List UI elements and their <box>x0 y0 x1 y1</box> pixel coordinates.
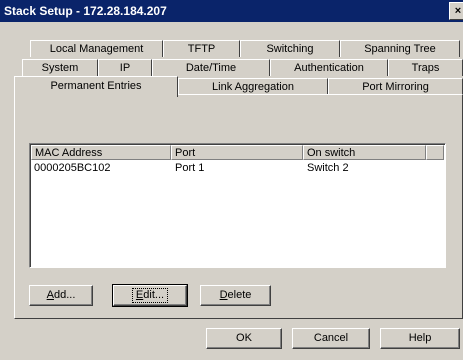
tab-switching[interactable]: Switching <box>240 40 340 57</box>
delete-button[interactable]: Delete <box>200 285 271 306</box>
tab-port-mirroring[interactable]: Port Mirroring <box>328 78 463 95</box>
tab-authentication[interactable]: Authentication <box>270 59 388 76</box>
close-button[interactable]: × <box>449 2 463 20</box>
close-icon: × <box>454 5 462 17</box>
tab-spanning-tree[interactable]: Spanning Tree <box>340 40 460 57</box>
tab-tftp[interactable]: TFTP <box>163 40 240 57</box>
column-header-switch[interactable]: On switch <box>303 145 426 160</box>
add-button[interactable]: Add... <box>29 285 93 306</box>
title-bar: Stack Setup - 172.28.184.207 × <box>0 0 463 22</box>
column-header-mac[interactable]: MAC Address <box>31 145 171 160</box>
ok-button[interactable]: OK <box>206 328 282 349</box>
window-title: Stack Setup - 172.28.184.207 <box>4 4 167 18</box>
tab-system[interactable]: System <box>22 59 98 76</box>
edit-button[interactable]: Edit... <box>112 284 188 307</box>
tab-link-aggregation[interactable]: Link Aggregation <box>178 78 328 95</box>
cell-switch: Switch 2 <box>307 162 349 174</box>
tab-permanent-entries[interactable]: Permanent Entries <box>14 76 178 97</box>
tab-ip[interactable]: IP <box>98 59 152 76</box>
cancel-button[interactable]: Cancel <box>292 328 370 349</box>
permanent-entries-list[interactable]: MAC Address Port On switch 0000205BC102 … <box>29 143 446 268</box>
tab-panel: MAC Address Port On switch 0000205BC102 … <box>14 94 463 319</box>
help-button[interactable]: Help <box>380 328 460 349</box>
column-header-port[interactable]: Port <box>171 145 303 160</box>
cell-port: Port 1 <box>175 162 205 174</box>
tab-traps[interactable]: Traps <box>388 59 463 76</box>
cell-mac: 0000205BC102 <box>34 162 111 174</box>
tab-local-management[interactable]: Local Management <box>30 40 163 57</box>
column-header-filler <box>426 145 444 160</box>
tab-date-time[interactable]: Date/Time <box>152 59 270 76</box>
